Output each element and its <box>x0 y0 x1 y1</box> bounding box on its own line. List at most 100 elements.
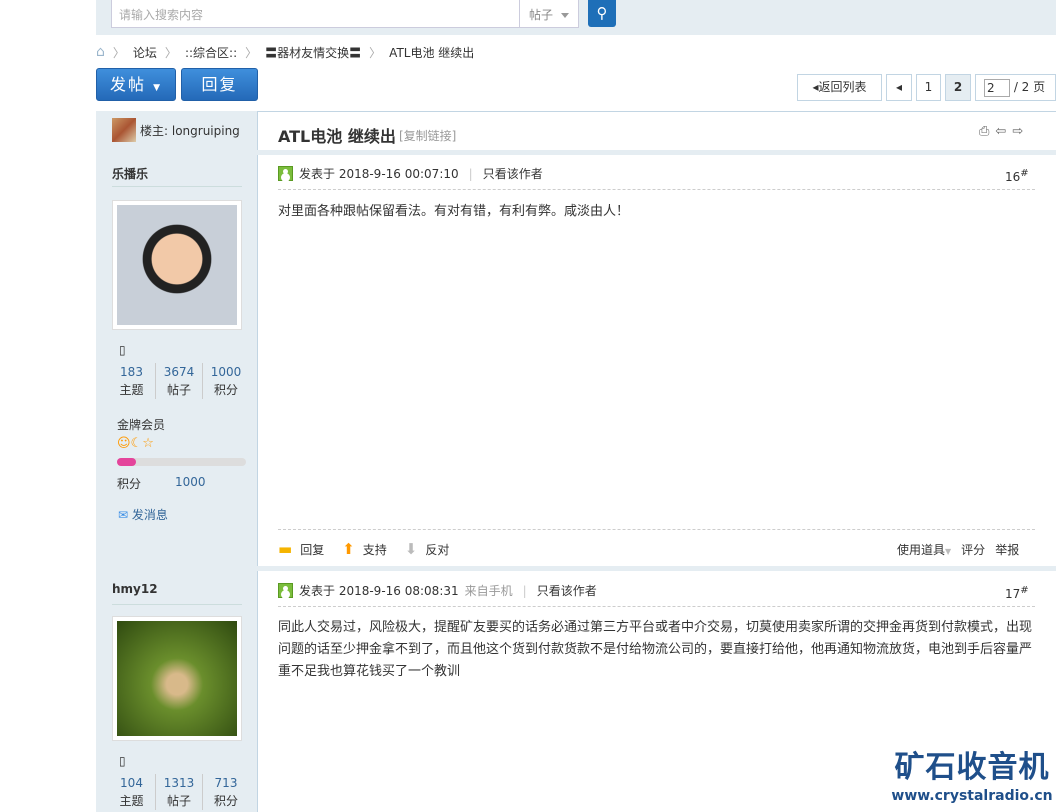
divider <box>278 189 1035 190</box>
divider <box>278 606 1035 607</box>
support-action[interactable]: 支持 <box>363 541 387 558</box>
starter-avatar <box>112 118 136 142</box>
post-tools: 使用道具▼ 评分 举报 <box>897 541 1019 558</box>
page-1[interactable]: 1 <box>916 74 941 101</box>
author-stats: 183 主题 3674 帖子 1000 积分 <box>96 363 258 399</box>
floor-sup: # <box>1020 585 1029 596</box>
chevron-down-icon: ▼ <box>153 83 163 93</box>
breadcrumb-thread[interactable]: ATL电池 继续出 <box>389 44 474 61</box>
oppose-icon: ⬇ <box>404 540 418 558</box>
author-avatar[interactable] <box>112 616 242 741</box>
print-icon[interactable]: ⎙ <box>979 124 989 139</box>
page-input[interactable]: 2 <box>984 78 1010 97</box>
score-value: 1000 <box>175 475 206 489</box>
stat-posts[interactable]: 3674 帖子 <box>155 363 202 399</box>
support-icon: ⬆ <box>342 540 355 558</box>
search-icon: ⚲ <box>596 4 608 22</box>
breadcrumb-section[interactable]: ::综合区:: <box>185 44 237 61</box>
stat-label: 积分 <box>213 383 238 397</box>
score-label: 积分 <box>117 477 142 491</box>
only-author-link[interactable]: 只看该作者 <box>483 165 543 182</box>
stat-value: 1313 <box>163 776 195 790</box>
author-name[interactable]: hmy12 <box>112 582 158 596</box>
stat-threads[interactable]: 183 主题 <box>108 363 155 399</box>
search-button[interactable]: ⚲ <box>588 0 616 27</box>
post-actions: ▬ 回复 ⬆ 支持 ⬇ 反对 <box>278 540 449 558</box>
stat-value: 1000 <box>210 365 242 379</box>
floor-value: 17 <box>1005 587 1021 601</box>
send-message-link[interactable]: ✉ 发消息 <box>118 506 168 523</box>
stat-label: 积分 <box>213 794 238 808</box>
stat-label: 帖子 <box>166 794 191 808</box>
oppose-action[interactable]: 反对 <box>425 541 449 558</box>
only-author-link[interactable]: 只看该作者 <box>537 582 597 599</box>
search-input[interactable]: 请输入搜索内容 <box>111 0 520 28</box>
new-post-button[interactable]: 发帖 ▼ <box>96 68 176 101</box>
search-type-select[interactable]: 帖子 <box>519 0 579 28</box>
prev-thread-icon[interactable]: ⇦ <box>995 124 1006 139</box>
stat-value: 183 <box>120 365 143 379</box>
thread-starter[interactable]: 楼主: longruiping <box>140 122 240 139</box>
breadcrumb: ⌂ 〉 论坛〉 ::综合区:: 〉 〓器材友情交换〓〉 ATL电池 继续出 <box>96 44 475 61</box>
user-rank: 金牌会员 <box>117 418 166 432</box>
page-jump: 2 / 2 页 <box>975 74 1056 101</box>
rank-progress-fill <box>117 458 137 466</box>
back-to-list-button[interactable]: ◂返回列表 <box>797 74 882 101</box>
page-total: / 2 页 <box>1013 80 1046 94</box>
rate-action[interactable]: 评分 <box>961 541 985 558</box>
post-time: 发表于 2018-9-16 00:07:10 <box>299 167 459 181</box>
stat-label: 帖子 <box>166 383 191 397</box>
author-name[interactable]: 乐播乐 <box>112 165 148 182</box>
triangle-left-icon: ◂ <box>895 80 903 94</box>
floor-number[interactable]: 16# <box>1005 168 1029 184</box>
stat-label: 主题 <box>119 383 144 397</box>
stat-value: 104 <box>120 776 143 790</box>
author-avatar[interactable] <box>112 200 242 330</box>
stat-value: 3674 <box>163 365 195 379</box>
stat-value: 713 <box>214 776 238 790</box>
mobile-icon: ▯ <box>119 754 126 768</box>
thread-tools: ⎙ ⇦ ⇨ <box>979 124 1023 139</box>
user-icon <box>278 166 293 181</box>
floor-value: 16 <box>1005 170 1021 184</box>
stat-label: 主题 <box>119 794 144 808</box>
divider <box>112 604 242 605</box>
breadcrumb-board[interactable]: 〓器材友情交换〓 <box>265 44 361 61</box>
new-post-label: 发帖 <box>109 75 146 94</box>
floor-sup: # <box>1020 168 1029 179</box>
use-tools-menu[interactable]: 使用道具▼ <box>897 541 951 558</box>
separator <box>96 566 1056 571</box>
stat-threads[interactable]: 104 主题 <box>108 774 155 810</box>
author-stats: 104 主题 1313 帖子 713 积分 <box>96 774 258 810</box>
report-action[interactable]: 举报 <box>995 541 1019 558</box>
reply-icon: ▬ <box>278 540 293 558</box>
rank-progress-bar <box>117 458 246 466</box>
post-meta: 发表于 2018-9-16 00:07:10 | 只看该作者 <box>278 165 543 182</box>
stat-credits[interactable]: 713 积分 <box>202 774 249 810</box>
reply-button[interactable]: 回复 <box>181 68 258 101</box>
mail-icon: ✉ <box>118 508 129 522</box>
chevron-down-icon: ▼ <box>945 547 952 556</box>
mobile-icon: ▯ <box>119 343 126 357</box>
post-content: 对里面各种跟帖保留看法。有对有错，有利有弊。咸淡由人！ <box>278 204 630 219</box>
separator <box>96 150 1056 155</box>
reply-action[interactable]: 回复 <box>300 541 324 558</box>
chevron-down-icon <box>561 13 570 18</box>
prev-page-button[interactable]: ◂ <box>886 74 912 101</box>
copy-link[interactable]: [复制链接] <box>399 127 456 144</box>
next-thread-icon[interactable]: ⇨ <box>1012 124 1023 139</box>
home-icon[interactable]: ⌂ <box>96 44 105 60</box>
rank-stars-icon: ☺☾☆ <box>117 436 154 451</box>
from-mobile: 来自手机 <box>464 584 513 598</box>
post-content: 同此人交易过，风险极大，提醒矿友要买的话务必通过第三方平台或者中介交易，切莫使用… <box>278 620 1033 679</box>
watermark-title: 矿石收音机 <box>894 750 1050 785</box>
page-2-current[interactable]: 2 <box>945 74 971 101</box>
thread-title: ATL电池 继续出 <box>278 127 396 146</box>
reply-label: 回复 <box>201 75 238 94</box>
divider <box>278 529 1035 530</box>
stat-posts[interactable]: 1313 帖子 <box>155 774 202 810</box>
stat-credits[interactable]: 1000 积分 <box>202 363 249 399</box>
breadcrumb-forum[interactable]: 论坛 <box>133 44 157 61</box>
floor-number[interactable]: 17# <box>1005 585 1029 601</box>
back-label: 返回列表 <box>818 80 867 94</box>
